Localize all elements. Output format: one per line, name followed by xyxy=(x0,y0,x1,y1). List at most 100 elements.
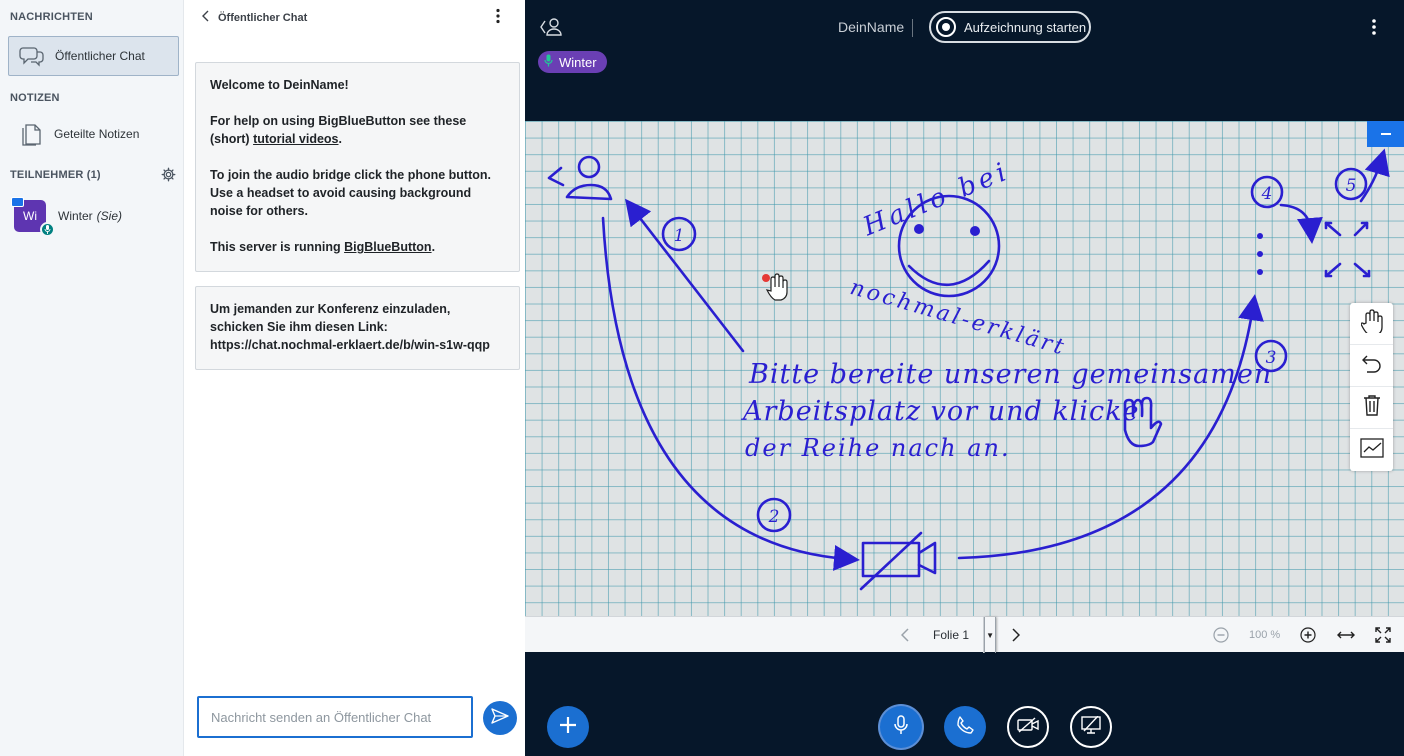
hand-cursor-icon xyxy=(765,273,788,301)
arrow-3 xyxy=(957,294,1264,560)
talking-indicator[interactable]: Winter xyxy=(538,51,607,73)
server-prefix: This server is running xyxy=(210,240,345,254)
server-line: This server is running BigBlueButton. xyxy=(210,238,506,256)
leave-audio-button[interactable] xyxy=(944,706,986,748)
voice-user-icon xyxy=(40,222,55,237)
chevron-left-icon xyxy=(202,10,210,25)
greeting-line-2: nochmal-erklärt xyxy=(847,275,1069,361)
sidebar-item-shared-notes[interactable]: Geteilte Notizen xyxy=(8,114,179,154)
arrow-1 xyxy=(625,198,745,353)
chart-line-icon xyxy=(1359,437,1384,463)
whiteboard-toolbar xyxy=(1350,303,1393,471)
invite-message: Um jemanden zur Konferenz einzuladen, sc… xyxy=(195,286,520,370)
notes-icon xyxy=(8,121,54,147)
invite-link[interactable]: https://chat.nochmal-erklaert.de/b/win-s… xyxy=(210,336,506,354)
drawn-user-head xyxy=(577,155,601,179)
messages-section-title: NACHRICHTEN xyxy=(10,11,93,23)
trash-icon xyxy=(1362,394,1382,421)
greeting-line-1: Hallo bei xyxy=(858,156,1014,242)
fullscreen-icon[interactable] xyxy=(1375,617,1391,653)
bigbluebutton-link[interactable]: BigBlueButton xyxy=(344,240,431,254)
instruction-line: Arbeitsplatz vor und klicke xyxy=(740,396,1139,427)
topbar-divider xyxy=(912,19,913,37)
tool-undo[interactable] xyxy=(1350,345,1393,387)
meeting-name: DeinName xyxy=(838,19,905,35)
undo-icon xyxy=(1361,353,1383,378)
next-slide-chevron-right-icon[interactable] xyxy=(1011,617,1020,653)
drawn-user-body xyxy=(565,183,613,201)
welcome-message: Welcome to DeinName! For help on using B… xyxy=(195,62,520,272)
instruction-line: der Reihe nach an. xyxy=(745,434,1011,462)
sidebar-item-label: Geteilte Notizen xyxy=(54,127,140,141)
presentation-slide[interactable]: 1 2 3 4 5 Hallo bei nochmal-erklärt Bitt… xyxy=(525,121,1404,616)
toggle-userlist-icon[interactable] xyxy=(539,16,563,43)
share-webcam-button[interactable] xyxy=(1007,706,1049,748)
welcome-line: Welcome to DeinName! xyxy=(210,76,506,94)
drawn-chevron xyxy=(547,166,565,187)
chat-options-kebab-icon[interactable] xyxy=(495,8,501,27)
whiteboard-drawing: 1 2 3 4 5 Hallo bei nochmal-erklärt Bitt… xyxy=(547,148,1390,591)
tool-multi-user[interactable] xyxy=(1350,429,1393,471)
zoom-in-icon[interactable] xyxy=(1300,617,1316,653)
actions-plus-button[interactable] xyxy=(547,706,589,748)
microphone-icon xyxy=(544,54,553,70)
notes-section-title: NOTIZEN xyxy=(10,92,60,104)
presentation-controls: Folie 1 ▼ 100 % xyxy=(525,616,1404,653)
screen-share-off-icon xyxy=(1081,715,1101,739)
chat-icon xyxy=(9,45,55,67)
zoom-level: 100 % xyxy=(1249,629,1281,641)
sidebar-item-label: Öffentlicher Chat xyxy=(55,49,145,63)
start-recording-button[interactable]: Aufzeichnung starten xyxy=(929,11,1091,43)
chat-title: Öffentlicher Chat xyxy=(218,11,308,24)
drawn-camera-strike xyxy=(859,531,923,591)
avatar: Wi xyxy=(11,197,55,237)
caret-down-icon: ▼ xyxy=(984,617,997,653)
step-number: 2 xyxy=(768,507,780,527)
participants-section-title: TEILNEHMER (1) xyxy=(10,169,101,181)
slide-label: Folie 1 xyxy=(926,617,985,653)
participants-settings-gear-icon[interactable] xyxy=(161,167,176,187)
audio-help-text: To join the audio bridge click the phone… xyxy=(210,168,492,218)
sidebar-item-public-chat[interactable]: Öffentlicher Chat xyxy=(8,36,179,76)
prev-slide-chevron-left-icon[interactable] xyxy=(901,617,910,653)
chat-message-input[interactable] xyxy=(197,696,473,738)
avatar-initials: Wi xyxy=(23,209,37,223)
fit-to-width-icon[interactable] xyxy=(1337,617,1355,653)
tutorial-videos-link[interactable]: tutorial videos xyxy=(253,132,338,146)
microphone-icon xyxy=(894,714,908,740)
plus-icon xyxy=(559,716,577,739)
step-number: 5 xyxy=(1346,176,1357,196)
send-icon xyxy=(491,707,509,729)
video-off-icon xyxy=(1017,716,1039,738)
share-screen-button[interactable] xyxy=(1070,706,1112,748)
user-list-panel: NACHRICHTEN Öffentlicher Chat NOTIZEN Ge… xyxy=(0,0,184,756)
minus-icon xyxy=(1380,133,1391,135)
participant-name: Winter xyxy=(58,209,93,223)
hand-tool-icon xyxy=(1359,309,1383,338)
welcome-meeting-name: DeinName xyxy=(283,78,345,92)
slide-select[interactable]: Folie 1 ▼ xyxy=(926,617,997,653)
chat-header-back[interactable]: Öffentlicher Chat xyxy=(202,10,307,25)
welcome-suffix: ! xyxy=(344,78,349,92)
minimize-presentation-button[interactable] xyxy=(1367,121,1404,147)
drawn-camera-lens xyxy=(917,541,937,575)
tool-clear[interactable] xyxy=(1350,387,1393,429)
zoom-out-icon[interactable] xyxy=(1213,617,1229,653)
server-end: . xyxy=(431,240,436,254)
welcome-prefix: Welcome to xyxy=(210,78,284,92)
tool-hand[interactable] xyxy=(1350,303,1393,345)
step-number: 4 xyxy=(1261,184,1273,204)
step-number: 1 xyxy=(674,226,685,246)
invite-text: Um jemanden zur Konferenz einzuladen, sc… xyxy=(210,302,451,334)
participant-you-label: (Sie) xyxy=(96,209,123,223)
help-end: . xyxy=(338,132,342,146)
mute-microphone-button[interactable] xyxy=(880,706,922,748)
send-message-button[interactable] xyxy=(483,701,517,735)
instruction-line: Bitte bereite unseren gemeinsamen xyxy=(748,359,1272,390)
participant-row[interactable]: Wi Winter (Sie) xyxy=(11,197,123,237)
presenter-badge-icon xyxy=(11,197,24,207)
record-label: Aufzeichnung starten xyxy=(964,19,1087,35)
record-icon xyxy=(936,17,956,37)
chat-panel: Öffentlicher Chat Welcome to DeinName! F… xyxy=(184,0,525,756)
options-kebab-icon[interactable] xyxy=(1371,18,1377,41)
